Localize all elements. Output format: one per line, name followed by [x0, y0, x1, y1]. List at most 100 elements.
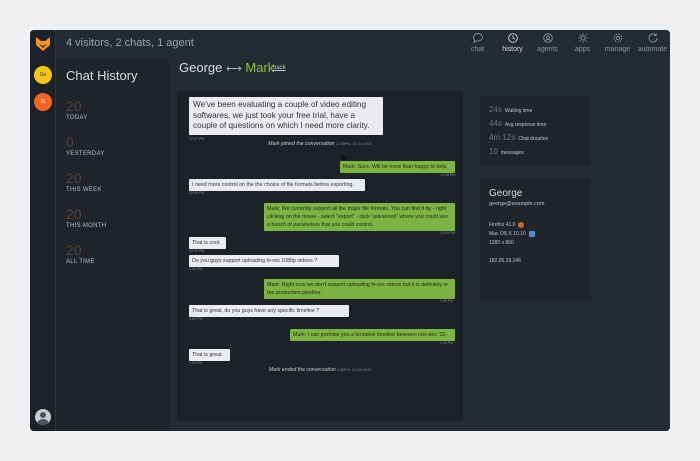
nav-automate[interactable]: automate — [635, 32, 670, 53]
chat-message[interactable]: Mark: Right now we don't support uploadi… — [264, 279, 455, 299]
stat-label: messages — [500, 150, 524, 156]
chat-message[interactable]: Mark: I can promise you a tentative time… — [290, 329, 455, 341]
stat-row: 44s Avg response time — [489, 119, 546, 128]
stat-label: THIS WEEK — [66, 187, 102, 193]
highlighted-message[interactable]: We've been evaluating a couple of video … — [189, 97, 383, 135]
stat-row: 10 messages — [489, 147, 524, 156]
mac-os-icon — [528, 231, 535, 237]
person-icon — [37, 412, 49, 425]
conversation-title: George ⟷ Mark — [179, 60, 274, 75]
top-bar: 4 visitors, 2 chats, 1 agent chat histor… — [56, 30, 670, 58]
system-ended: Mark ended the conversation 2:00PM, 13 O… — [177, 367, 463, 373]
browser-text: Firefox 41.0 — [489, 222, 516, 228]
stat-value: 4m 12s — [489, 133, 516, 142]
nav-history[interactable]: history — [495, 32, 530, 53]
automate-icon — [648, 33, 657, 43]
visitor-resolution: 1280 x 800 — [489, 240, 514, 246]
message-time: 12:09 PM — [189, 191, 205, 195]
back-link[interactable]: back — [273, 65, 286, 71]
stat-row: 24s Waiting time — [489, 105, 532, 114]
chat-message[interactable]: That is great, do you guys have any spec… — [189, 305, 349, 317]
chat-message[interactable]: That is cool. — [189, 237, 226, 249]
message-time: 1:48 PM — [440, 299, 454, 303]
message-time: 1:50 PM — [189, 317, 203, 321]
main-nav: chat history agents apps manage automate — [460, 32, 670, 53]
visitor-browser: Firefox 41.0 — [489, 222, 525, 228]
stat-this-month[interactable]: 20 THIS MONTH — [66, 206, 106, 229]
nav-apps[interactable]: apps — [565, 32, 600, 53]
chat-transcript[interactable]: We've been evaluating a couple of video … — [177, 91, 463, 421]
nav-chat[interactable]: chat — [460, 32, 495, 53]
chat-stats-panel: 24s Waiting time 44s Avg response time 4m … — [480, 96, 591, 166]
system-time: 12:08PM, 13 Oct 2015 — [335, 142, 372, 146]
stat-value: 20 — [66, 170, 82, 186]
history-sidebar: Chat History 20 TODAY 0 YESTERDAY 20 THI… — [56, 58, 169, 431]
visitor-avatar[interactable]: N — [34, 93, 52, 111]
visitor-info-panel: George george@example.com Firefox 41.0 M… — [480, 178, 591, 301]
stat-yesterday[interactable]: 0 YESTERDAY — [66, 134, 105, 157]
nav-agents[interactable]: agents — [530, 32, 565, 53]
stat-value: 0 — [66, 134, 74, 150]
conversation-area: George ⟷ Mark back We've been evaluating… — [169, 58, 670, 431]
stat-value: 24s — [489, 105, 502, 114]
stat-label: Waiting time — [504, 108, 533, 114]
system-text: Mark joined the conversation — [268, 141, 335, 147]
visitor-email[interactable]: george@example.com — [489, 201, 544, 207]
bidirectional-arrow-icon: ⟷ — [226, 63, 242, 75]
os-text: Mac OS X 10.10 — [489, 231, 526, 237]
message-time: 12:09 PM — [440, 231, 456, 235]
history-icon — [507, 33, 518, 43]
visitor-info-name: George — [489, 188, 523, 199]
visitor-name: George — [179, 60, 223, 75]
stat-today[interactable]: 20 TODAY — [66, 98, 88, 121]
nav-label: manage — [604, 46, 631, 53]
nav-label: chat — [470, 46, 485, 53]
stat-label: THIS MONTH — [66, 223, 107, 229]
user-avatar[interactable] — [35, 409, 51, 425]
system-time: 2:00PM, 13 Oct 2015 — [337, 368, 372, 372]
gear-icon — [613, 33, 622, 43]
message-time: 1:40 PM — [189, 267, 203, 271]
app-window: Ge N 4 visitors, 2 chats, 1 agent chat h… — [30, 30, 670, 431]
firefox-icon — [518, 222, 525, 228]
stat-label: YESTERDAY — [66, 151, 105, 157]
nav-label: automate — [637, 46, 668, 53]
stat-value: 20 — [66, 206, 82, 222]
system-joined: Mark joined the conversation 12:08PM, 13… — [177, 141, 463, 147]
message-time: 12:08 PM — [440, 173, 456, 177]
chat-message[interactable]: Mark: Sure, Will be more than happy to h… — [340, 161, 455, 173]
stat-label: TODAY — [66, 115, 88, 121]
visitor-os: Mac OS X 10.10 — [489, 231, 535, 237]
stat-row: 4m 12s Chat duration — [489, 133, 548, 142]
chat-icon — [472, 33, 483, 44]
apps-icon — [577, 33, 588, 43]
stat-label: Chat duration — [518, 136, 549, 142]
stat-all-time[interactable]: 20 ALL TIME — [66, 242, 95, 265]
visitors-summary: 4 visitors, 2 chats, 1 agent — [66, 37, 194, 49]
chat-message[interactable]: Do you guys support uploading hi-res 108… — [189, 255, 339, 267]
nav-label: agents — [536, 46, 559, 53]
stat-this-week[interactable]: 20 THIS WEEK — [66, 170, 102, 193]
sidebar-title: Chat History — [66, 68, 138, 83]
stat-label: ALL TIME — [66, 259, 95, 265]
stat-value: 44s — [489, 119, 502, 128]
chat-message[interactable]: Mark: We currently support all the major… — [264, 203, 455, 231]
nav-label: apps — [574, 46, 591, 53]
message-time: 1:53 PM — [440, 341, 454, 345]
nav-label: history — [502, 46, 523, 53]
stat-label: Avg response time — [504, 122, 547, 128]
nav-manage[interactable]: manage — [600, 32, 635, 53]
message-time: 1:55 PM — [189, 361, 203, 365]
left-rail: Ge N — [30, 30, 56, 431]
chat-message[interactable]: That is great. — [189, 349, 230, 361]
visitor-ip: 182.65.29.246 — [489, 258, 521, 264]
chat-message[interactable]: I need more control on the the choice of… — [189, 179, 365, 191]
agent-name: Mark — [245, 60, 275, 75]
message-time: 12:09 PM — [189, 249, 205, 253]
stat-value: 10 — [489, 147, 498, 156]
mouse-cursor-icon — [338, 151, 348, 162]
visitor-avatar[interactable]: Ge — [34, 66, 52, 84]
agents-icon — [542, 33, 553, 43]
stat-value: 20 — [66, 98, 82, 114]
stat-value: 20 — [66, 242, 82, 258]
